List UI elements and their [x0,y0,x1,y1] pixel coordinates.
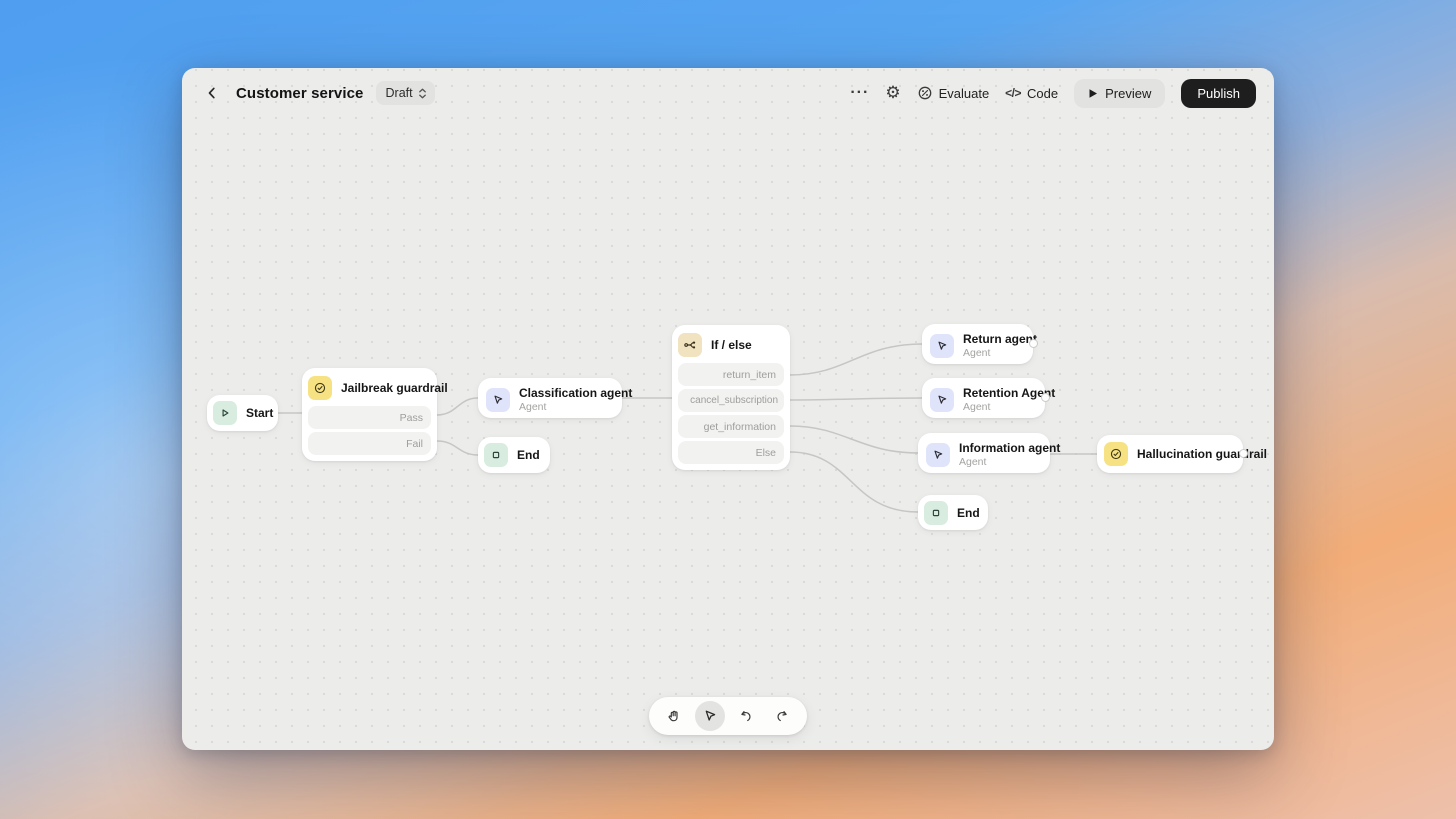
chevron-left-icon [204,85,220,101]
redo-icon [774,708,790,724]
edge-cancel-retention [790,398,922,400]
connection-port[interactable] [1239,449,1248,458]
page-title: Customer service [236,85,364,102]
stop-square-icon [924,501,948,525]
branch-cancel-subscription[interactable]: cancel_subscription [678,389,784,412]
agent-cursor-icon [930,334,954,358]
header: Customer service Draft ··· ⚙ Evaluate </… [182,68,1274,118]
guardrail-check-icon [308,376,332,400]
hand-icon [666,708,682,724]
edge-fail-end [437,441,478,455]
node-hallucination-guardrail[interactable]: Hallucination guardrail [1097,435,1243,473]
undo-icon [738,708,754,724]
node-end-left[interactable]: End [478,437,550,473]
redo-button[interactable] [767,701,797,731]
play-icon [213,401,237,425]
status-dropdown[interactable]: Draft [376,81,435,105]
back-button[interactable] [200,81,224,105]
evaluate-label: Evaluate [939,86,990,101]
evaluate-button[interactable]: Evaluate [917,85,990,101]
branch-get-information[interactable]: get_information [678,415,784,438]
node-subtitle: Agent [963,401,1055,413]
node-title: Return agent [963,332,1037,346]
node-subtitle: Agent [959,456,1060,468]
branch-pass[interactable]: Pass [308,406,431,429]
node-label: End [957,506,980,520]
status-label: Draft [386,86,413,100]
connection-port[interactable] [1041,393,1050,402]
node-end-right[interactable]: End [918,495,988,530]
pan-hand-tool[interactable] [659,701,689,731]
node-title: Classification agent [519,386,632,400]
connection-port[interactable] [1029,339,1038,348]
play-icon [1088,88,1098,99]
branch-split-icon [678,333,702,357]
preview-button[interactable]: Preview [1074,79,1165,108]
edge-else-end [790,452,918,512]
edge-pass-classification [437,398,478,415]
node-title: If / else [711,338,752,352]
node-retention-agent[interactable]: Retention Agent Agent [922,378,1045,418]
node-classification-agent[interactable]: Classification agent Agent [478,378,622,418]
chevron-up-down-icon [418,87,427,100]
code-label: Code [1027,86,1058,101]
node-label: End [517,448,540,462]
overflow-menu-button[interactable]: ··· [850,84,869,102]
node-if-else[interactable]: If / else return_item cancel_subscriptio… [672,325,790,470]
stop-square-icon [484,443,508,467]
publish-label: Publish [1197,86,1240,101]
code-button[interactable]: </> Code [1005,86,1058,101]
node-subtitle: Agent [963,347,1037,359]
node-title: Information agent [959,441,1060,455]
node-title: Jailbreak guardrail [341,381,448,395]
agent-cursor-icon [926,443,950,467]
undo-button[interactable] [731,701,761,731]
guardrail-check-icon [1104,442,1128,466]
preview-label: Preview [1105,86,1151,101]
publish-button[interactable]: Publish [1181,79,1256,108]
evaluate-gauge-icon [917,85,933,101]
node-label: Start [246,406,273,420]
branch-else[interactable]: Else [678,441,784,464]
node-jailbreak-guardrail[interactable]: Jailbreak guardrail Pass Fail [302,368,437,461]
agent-builder-window: Customer service Draft ··· ⚙ Evaluate </… [182,68,1274,750]
agent-cursor-icon [486,388,510,412]
code-icon: </> [1005,86,1021,100]
branch-fail[interactable]: Fail [308,432,431,455]
settings-gear-button[interactable]: ⚙ [885,83,900,103]
branch-return-item[interactable]: return_item [678,363,784,386]
canvas-toolbar [649,697,807,735]
edge-returnitem-returnagent [790,344,922,375]
node-start[interactable]: Start [207,395,278,431]
node-information-agent[interactable]: Information agent Agent [918,433,1050,473]
node-subtitle: Agent [519,401,632,413]
edge-getinfo-information [790,426,918,453]
cursor-icon [702,708,718,724]
agent-cursor-icon [930,388,954,412]
node-return-agent[interactable]: Return agent Agent [922,324,1033,364]
select-cursor-tool[interactable] [695,701,725,731]
